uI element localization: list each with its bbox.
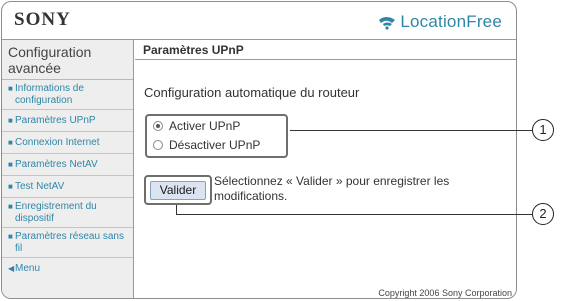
header: SONY LocationFree <box>2 2 516 40</box>
menu-link[interactable]: ◀ Menu <box>2 258 133 280</box>
copyright: Copyright 2006 Sony Corporation <box>378 288 512 298</box>
hint-text: Sélectionnez « Valider » pour enregistre… <box>214 174 450 203</box>
sidebar-item-label: Connexion Internet <box>15 136 100 148</box>
sidebar-item-enregistrement[interactable]: ■ Enregistrement du dispositif <box>2 198 133 228</box>
sidebar-item-label: Enregistrement du dispositif <box>15 201 97 224</box>
sidebar-item-informations[interactable]: ■ Informations de configuration <box>2 80 133 110</box>
locationfree-icon <box>379 17 396 30</box>
main-content: Paramètres UPnP Configuration automatiqu… <box>135 40 516 298</box>
sidebar-item-label: Paramètres UPnP <box>15 114 96 126</box>
bullet-icon: ■ <box>8 159 13 169</box>
page-title: Paramètres UPnP <box>135 40 516 60</box>
radio-label: Activer UPnP <box>169 119 241 133</box>
valider-button[interactable]: Valider <box>150 181 206 200</box>
bullet-icon: ■ <box>8 115 13 125</box>
bullet-icon: ■ <box>8 232 13 241</box>
browser-frame: SONY LocationFree Configuration avancée … <box>1 1 517 299</box>
arrow-left-icon: ◀ <box>8 264 15 273</box>
radio-selected-icon <box>153 121 163 131</box>
locationfree-logo: LocationFree <box>377 10 502 34</box>
bullet-icon: ■ <box>8 84 13 93</box>
sidebar-item-internet[interactable]: ■ Connexion Internet <box>2 132 133 154</box>
sidebar-item-label: Informations de configuration <box>15 83 84 106</box>
radio-group-highlight: Activer UPnP Désactiver UPnP <box>145 114 288 158</box>
sidebar-item-label: Paramètres réseau sans fil <box>15 231 124 254</box>
sidebar: Configuration avancée ■ Informations de … <box>2 40 134 298</box>
radio-enable-upnp[interactable]: Activer UPnP <box>153 119 240 133</box>
callout-1: 1 <box>532 119 554 141</box>
bullet-icon: ■ <box>8 137 13 147</box>
button-highlight: Valider <box>144 175 212 205</box>
sony-logo: SONY <box>14 9 71 30</box>
bullet-icon: ■ <box>8 202 13 211</box>
sidebar-item-netav[interactable]: ■ Paramètres NetAV <box>2 154 133 176</box>
callout-2: 2 <box>532 203 554 225</box>
radio-disable-upnp[interactable]: Désactiver UPnP <box>153 138 260 152</box>
sidebar-item-label: Paramètres NetAV <box>15 158 98 170</box>
sidebar-item-upnp[interactable]: ■ Paramètres UPnP <box>2 110 133 132</box>
bullet-icon: ■ <box>8 181 13 191</box>
menu-link-label: Menu <box>15 263 41 274</box>
sidebar-item-wireless[interactable]: ■ Paramètres réseau sans fil <box>2 228 133 258</box>
radio-unselected-icon <box>153 140 163 150</box>
sidebar-item-test-netav[interactable]: ■ Test NetAV <box>2 176 133 198</box>
sidebar-item-label: Test NetAV <box>15 180 65 192</box>
section-label: Configuration automatique du routeur <box>144 85 360 100</box>
callout-1-leader <box>290 130 532 131</box>
callout-2-leader-h <box>176 214 532 215</box>
sidebar-title: Configuration avancée <box>2 40 133 80</box>
radio-label: Désactiver UPnP <box>169 138 261 152</box>
locationfree-wordmark: LocationFree <box>400 12 502 31</box>
